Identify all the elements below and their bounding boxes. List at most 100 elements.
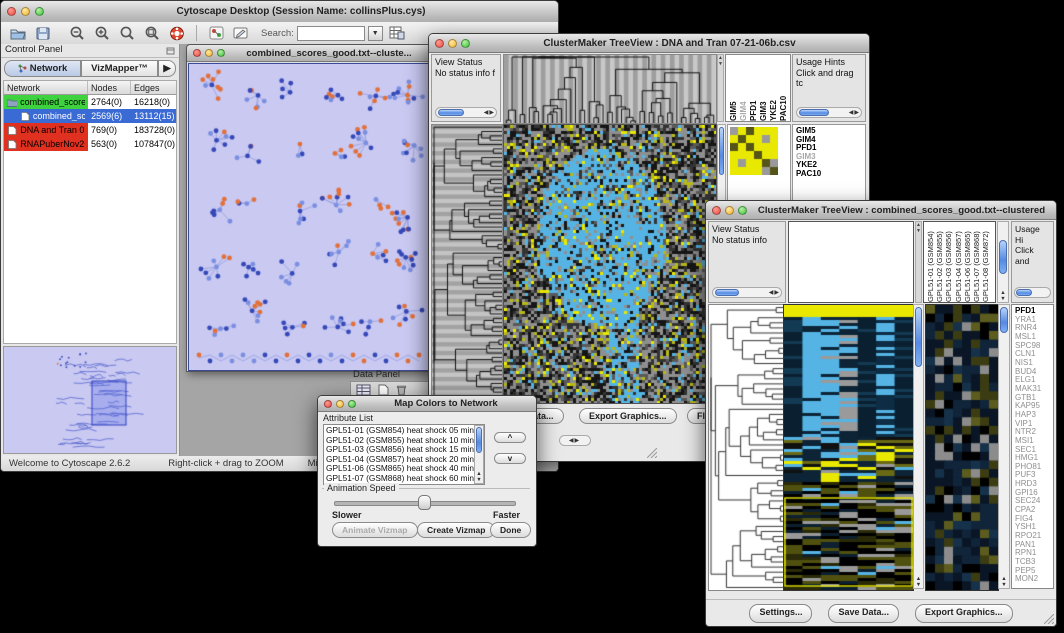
animate-vizmap-button[interactable]: Animate Vizmap — [332, 522, 418, 538]
minimize-button[interactable] — [725, 206, 734, 215]
zoom-in-icon[interactable] — [91, 24, 113, 42]
create-vizmap-button[interactable]: Create Vizmap — [417, 522, 495, 538]
float-panel-icon[interactable] — [166, 47, 179, 55]
network-table-row[interactable]: DNA and Tran 07769(0)183728(0) — [4, 123, 176, 137]
tv1-column-dendrogram[interactable] — [503, 54, 717, 124]
tv1-label-scroll-strip[interactable]: ▲▼ — [717, 54, 724, 122]
done-button[interactable]: Done — [490, 522, 531, 538]
import-table-icon[interactable] — [386, 24, 408, 42]
tv2-zoom-heatmap[interactable] — [925, 304, 999, 591]
close-button[interactable] — [7, 7, 16, 16]
network-table-row[interactable]: combined_scores2764(0)16218(0) — [4, 95, 176, 109]
tv1-button-export-graphics-[interactable]: Export Graphics... — [579, 408, 677, 424]
file-icon — [7, 126, 17, 135]
tv1-column-label: YKE2 — [769, 55, 778, 121]
tv2-zoom-vscrollbar[interactable]: ▲▼ — [998, 304, 1010, 589]
open-file-icon[interactable] — [7, 24, 29, 42]
network-view-titlebar[interactable]: combined_scores_good.txt--cluste... — [187, 45, 433, 62]
usage-hints-text: Click and — [1015, 245, 1034, 266]
tv1-titlebar[interactable]: ClusterMaker TreeView : DNA and Tran 07-… — [429, 34, 869, 53]
tab-network[interactable]: Network — [4, 60, 81, 77]
speed-slider-thumb[interactable] — [418, 495, 431, 510]
zoom-button[interactable] — [461, 39, 470, 48]
tv2-column-label: GPL51-04 (GSM857) — [954, 222, 963, 302]
tv1-zoom-heatmap[interactable] — [730, 127, 778, 175]
close-button[interactable] — [435, 39, 444, 48]
attribute-list-vscrollbar[interactable]: ▲▼ — [474, 425, 484, 484]
zoom-button[interactable] — [348, 400, 356, 408]
network-tree-icon — [18, 64, 27, 73]
tv2-labels-vscrollbar[interactable]: ▲▼ — [997, 221, 1009, 303]
tv2-column-label: GPL51-01 (GSM854) — [926, 222, 935, 302]
annotation-icon[interactable] — [230, 24, 252, 42]
minimize-button[interactable] — [336, 400, 344, 408]
network-table-row[interactable]: combined_sco2569(6)13112(15) — [4, 109, 176, 123]
node-attributes-icon[interactable] — [205, 24, 227, 42]
tab-overflow-arrow[interactable]: ▶ — [158, 60, 176, 77]
main-titlebar[interactable]: Cytoscape Desktop (Session Name: collins… — [1, 1, 558, 23]
tv2-resize-grip[interactable] — [1044, 614, 1054, 624]
view-status-text: No status info — [712, 235, 767, 245]
minimize-button[interactable] — [21, 7, 30, 16]
tv2-heatmap-vscrollbar[interactable]: ▲▼ — [913, 304, 924, 589]
move-down-button[interactable]: v — [494, 453, 526, 464]
tv1-bottom-hscrollbar[interactable]: ◀▶ — [559, 435, 591, 446]
tv2-label-scroll-strip[interactable]: ▲▼ — [915, 221, 922, 303]
tv2-column-label: GPL51-08 (GSM872) — [981, 222, 990, 302]
tv1-heatmap-canvas[interactable] — [503, 124, 717, 404]
tv2-usage-hscrollbar[interactable] — [1014, 287, 1051, 298]
tv2-column-label: GPL51-03 (GSM856) — [944, 222, 953, 302]
close-button[interactable] — [324, 400, 332, 408]
move-up-button[interactable]: ^ — [494, 432, 526, 443]
minimize-button[interactable] — [448, 39, 457, 48]
tv1-row-dendrogram[interactable] — [431, 124, 503, 404]
dialog-titlebar[interactable]: Map Colors to Network — [318, 396, 536, 412]
tv1-status-hscrollbar[interactable]: ◀▶ — [435, 107, 497, 118]
search-input[interactable] — [297, 26, 365, 41]
tv1-usage-hscrollbar[interactable]: ◀▶ — [796, 107, 862, 118]
save-icon[interactable] — [32, 24, 54, 42]
tv2-button-save-data-[interactable]: Save Data... — [828, 604, 899, 623]
zoom-button[interactable] — [217, 49, 225, 57]
tv2-status-hscrollbar[interactable]: ◀▶ — [712, 287, 782, 298]
tv2-title: ClusterMaker TreeView : combined_scores_… — [747, 205, 1056, 216]
network-list-table: NetworkNodesEdgescombined_scores2764(0)1… — [3, 80, 177, 344]
tv1-column-label: GIM3 — [759, 55, 768, 121]
zoom-out-icon[interactable] — [66, 24, 88, 42]
tv1-resize-grip[interactable] — [647, 448, 657, 458]
animation-speed-label: Animation Speed — [324, 483, 399, 493]
tv2-button-settings-[interactable]: Settings... — [749, 604, 812, 623]
attribute-list-label: Attribute List — [323, 413, 373, 423]
tv2-button-export-graphics-[interactable]: Export Graphics... — [915, 604, 1013, 623]
search-label: Search: — [261, 28, 294, 39]
view-status-label: View Status — [435, 57, 482, 67]
zoom-fit-icon[interactable] — [116, 24, 138, 42]
zoom-selected-icon[interactable] — [141, 24, 163, 42]
network-overview-canvas[interactable] — [3, 346, 177, 454]
network-table-row[interactable]: RNAPuberNov2+563(0)107847(0) — [4, 137, 176, 151]
network-canvas[interactable] — [188, 63, 432, 371]
tv2-column-label: GPL51-06 (GSM865) — [963, 222, 972, 302]
tab-vizmapper[interactable]: VizMapper™ — [81, 60, 158, 77]
close-button[interactable] — [712, 206, 721, 215]
help-lifering-icon[interactable] — [166, 24, 188, 42]
close-button[interactable] — [193, 49, 201, 57]
zoom-button[interactable] — [35, 7, 44, 16]
gene-label: MON2 — [1015, 575, 1053, 584]
tv2-column-dendrogram-area[interactable] — [788, 221, 914, 303]
tv2-row-dendrogram[interactable] — [708, 304, 784, 591]
tv1-column-labels: GIM5GIM4PFD1GIM3YKE2PAC10 — [725, 54, 791, 122]
usage-hints-text: Click and drag tc — [796, 68, 854, 89]
search-dropdown-icon[interactable]: ▼ — [368, 26, 383, 41]
tv2-titlebar[interactable]: ClusterMaker TreeView : combined_scores_… — [706, 201, 1056, 220]
control-panel: Control Panel Network VizMapper™ ▶ Netwo… — [1, 44, 180, 456]
tv2-button-row: Settings... Save Data... Export Graphics..… — [706, 599, 1056, 623]
tv2-heatmap-canvas[interactable] — [783, 304, 914, 591]
slower-label: Slower — [332, 510, 362, 520]
file-icon — [7, 140, 17, 149]
file-icon — [20, 112, 30, 121]
attribute-list[interactable]: GPL51-01 (GSM854) heat shock 05 minGPL51… — [323, 424, 485, 485]
zoom-button[interactable] — [738, 206, 747, 215]
tv2-gene-labels: PFD1YRA1RNR4MSL1SPC98CLN1NIS1BUD4ELG1MAK… — [1011, 304, 1054, 589]
minimize-button[interactable] — [205, 49, 213, 57]
